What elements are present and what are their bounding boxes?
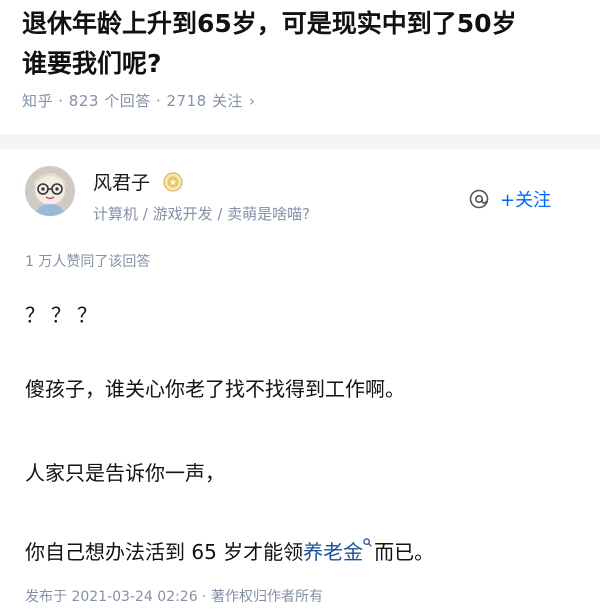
search-icon[interactable] [363, 538, 372, 547]
mention-icon[interactable] [468, 188, 490, 210]
chevron-right-icon: › [248, 92, 256, 110]
follow-area: +关注 [468, 186, 551, 212]
publish-info: 发布于 2021-03-24 02:26 · 著作权归作者所有 [25, 589, 323, 605]
answer-paragraph-3: 人家只是告诉你一声， [25, 461, 225, 485]
question-meta[interactable]: 知乎 · 823 个回答 · 2718 关注 › [22, 90, 255, 111]
question-title[interactable]: 退休年龄上升到65岁，可是现实中到了50岁 谁要我们呢? [22, 4, 592, 84]
section-divider [0, 134, 600, 149]
question-title-line-2: 谁要我们呢? [22, 49, 162, 78]
author-name[interactable]: 风君子 [93, 168, 150, 195]
answer-paragraph-2: 傻孩子，谁关心你老了找不找得到工作啊。 [25, 377, 405, 401]
keyword-link-pension[interactable]: 养老金 [303, 540, 363, 564]
question-title-line-1: 退休年龄上升到65岁，可是现实中到了50岁 [22, 9, 517, 38]
question-meta-text: 知乎 · 823 个回答 · 2718 关注 [22, 92, 243, 110]
paragraph-4-text-after: 而已。 [374, 540, 435, 564]
author-avatar[interactable] [25, 166, 75, 216]
paragraph-4-text-before: 你自己想办法活到 65 岁才能领 [25, 540, 304, 564]
gold-badge-icon[interactable] [163, 172, 183, 192]
follow-button[interactable]: +关注 [500, 186, 551, 212]
answer-page: 退休年龄上升到65岁，可是现实中到了50岁 谁要我们呢? 知乎 · 823 个回… [0, 0, 600, 609]
cartoon-avatar-icon [25, 166, 75, 216]
answer-paragraph-4: 你自己想办法活到 65 岁才能领养老金 而已。 [25, 536, 434, 565]
answer-paragraph-1: ？？？ [25, 303, 103, 327]
upvote-count: 1 万人赞同了该回答 [25, 254, 151, 270]
author-bio: 计算机 / 游戏开发 / 卖萌是啥喵? [93, 205, 311, 223]
